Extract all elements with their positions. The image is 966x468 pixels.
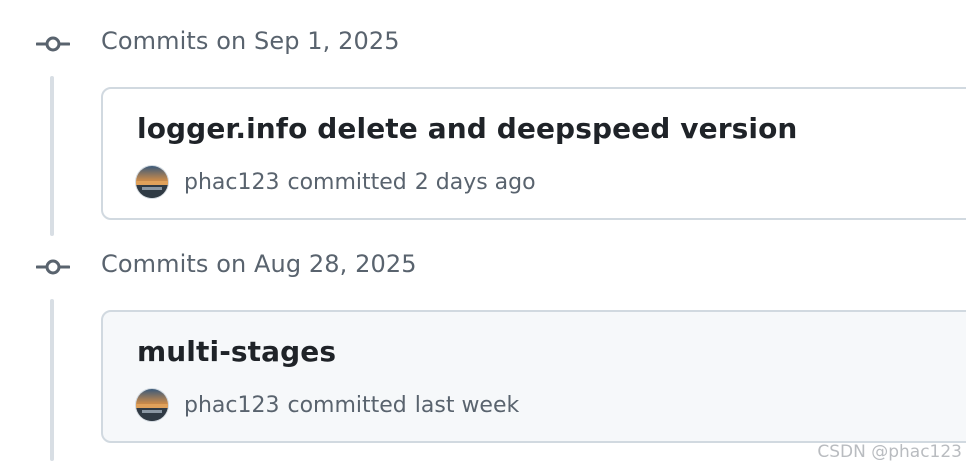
commit-meta: phac123 committed last week bbox=[136, 388, 519, 422]
commit-card[interactable]: multi-stages phac123 committed last week bbox=[101, 310, 966, 443]
commit-message-link[interactable]: logger.info delete and deepspeed version bbox=[137, 112, 797, 145]
commit-message-link[interactable]: multi-stages bbox=[137, 335, 336, 368]
commit-time: last week bbox=[414, 392, 520, 418]
git-commit-icon bbox=[36, 259, 70, 275]
avatar-image bbox=[136, 389, 168, 421]
commit-author-link[interactable]: phac123 bbox=[184, 393, 279, 418]
commit-group-date: Commits on Aug 28, 2025 bbox=[101, 250, 417, 278]
avatar-image bbox=[136, 166, 168, 198]
commit-group-date: Commits on Sep 1, 2025 bbox=[101, 27, 400, 55]
git-commit-icon bbox=[36, 36, 70, 52]
timeline-line bbox=[50, 76, 54, 236]
commit-action: committed bbox=[287, 392, 407, 418]
commit-action: committed bbox=[287, 169, 407, 195]
commit-author-link[interactable]: phac123 bbox=[184, 170, 279, 195]
commit-meta: phac123 committed 2 days ago bbox=[136, 165, 536, 199]
timeline-line bbox=[50, 299, 54, 461]
commit-history: Commits on Sep 1, 2025 logger.info delet… bbox=[0, 0, 966, 468]
avatar[interactable] bbox=[136, 166, 168, 198]
commit-time: 2 days ago bbox=[414, 169, 536, 195]
watermark: CSDN @phac123 bbox=[817, 442, 962, 462]
commit-card[interactable]: logger.info delete and deepspeed version bbox=[101, 87, 966, 220]
avatar[interactable] bbox=[136, 389, 168, 421]
